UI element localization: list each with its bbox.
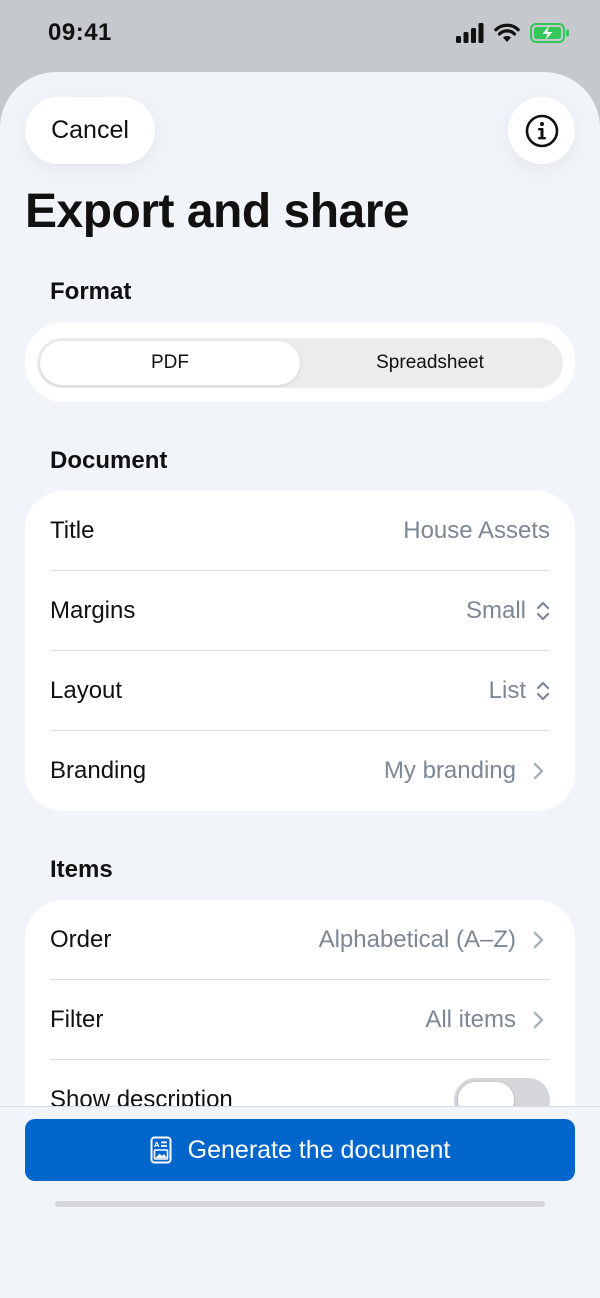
generate-document-button[interactable]: A Generate the document [25, 1119, 575, 1181]
document-section-label: Document [50, 447, 168, 474]
chevron-right-icon [533, 1011, 544, 1028]
info-icon [525, 114, 558, 147]
cancel-button[interactable]: Cancel [25, 97, 155, 164]
document-card: Title House Assets Margins Small Layout … [25, 491, 575, 811]
layout-value: List [488, 676, 526, 704]
document-icon: A [150, 1136, 172, 1164]
format-segmented-control: PDF Spreadsheet [37, 338, 563, 388]
format-section-label: Format [50, 278, 132, 305]
bottom-action-bar: A Generate the document [0, 1106, 600, 1298]
branding-row[interactable]: Branding My branding [50, 731, 550, 811]
row-label: Title [50, 516, 95, 544]
filter-row[interactable]: Filter All items [50, 980, 550, 1060]
generate-label: Generate the document [187, 1135, 451, 1164]
status-bar: 09:41 [0, 0, 600, 72]
row-label: Margins [50, 596, 136, 624]
title-value: House Assets [403, 516, 550, 544]
branding-value: My branding [383, 757, 516, 784]
row-value: All items [425, 1006, 550, 1034]
margins-value: Small [465, 596, 526, 624]
battery-charging-icon [530, 23, 569, 43]
row-label: Layout [50, 676, 123, 704]
order-row[interactable]: Order Alphabetical (A–Z) [50, 900, 550, 980]
row-label: Filter [50, 1005, 104, 1033]
status-icons [456, 23, 570, 43]
row-value: Small [466, 597, 550, 625]
filter-value: All items [425, 1005, 516, 1033]
row-value: House Assets [403, 517, 550, 545]
segment-pdf[interactable]: PDF [40, 341, 300, 385]
row-label: Branding [50, 757, 147, 784]
status-time: 09:41 [48, 19, 112, 46]
chevron-right-icon [533, 762, 544, 780]
items-section-label: Items [50, 856, 113, 883]
svg-text:A: A [154, 1141, 160, 1149]
chevron-up-down-icon [536, 681, 550, 700]
format-card: PDF Spreadsheet [25, 322, 575, 402]
cellular-signal-icon [456, 23, 484, 43]
order-value: Alphabetical (A–Z) [318, 925, 516, 953]
segment-spreadsheet[interactable]: Spreadsheet [300, 341, 560, 385]
row-value: My branding [384, 757, 550, 785]
row-value: List [489, 677, 550, 705]
row-label: Order [50, 925, 112, 953]
export-sheet: Cancel Export and share Format PDF Sprea… [0, 72, 600, 1298]
row-value: Alphabetical (A–Z) [319, 926, 550, 954]
info-button[interactable] [508, 97, 575, 164]
margins-row[interactable]: Margins Small [50, 571, 550, 651]
chevron-up-down-icon [536, 601, 550, 620]
document-title-row[interactable]: Title House Assets [50, 491, 550, 571]
page-title: Export and share [25, 185, 410, 238]
chevron-right-icon [533, 931, 544, 948]
wifi-icon [494, 23, 520, 42]
home-indicator [55, 1201, 545, 1207]
layout-row[interactable]: Layout List [50, 651, 550, 731]
